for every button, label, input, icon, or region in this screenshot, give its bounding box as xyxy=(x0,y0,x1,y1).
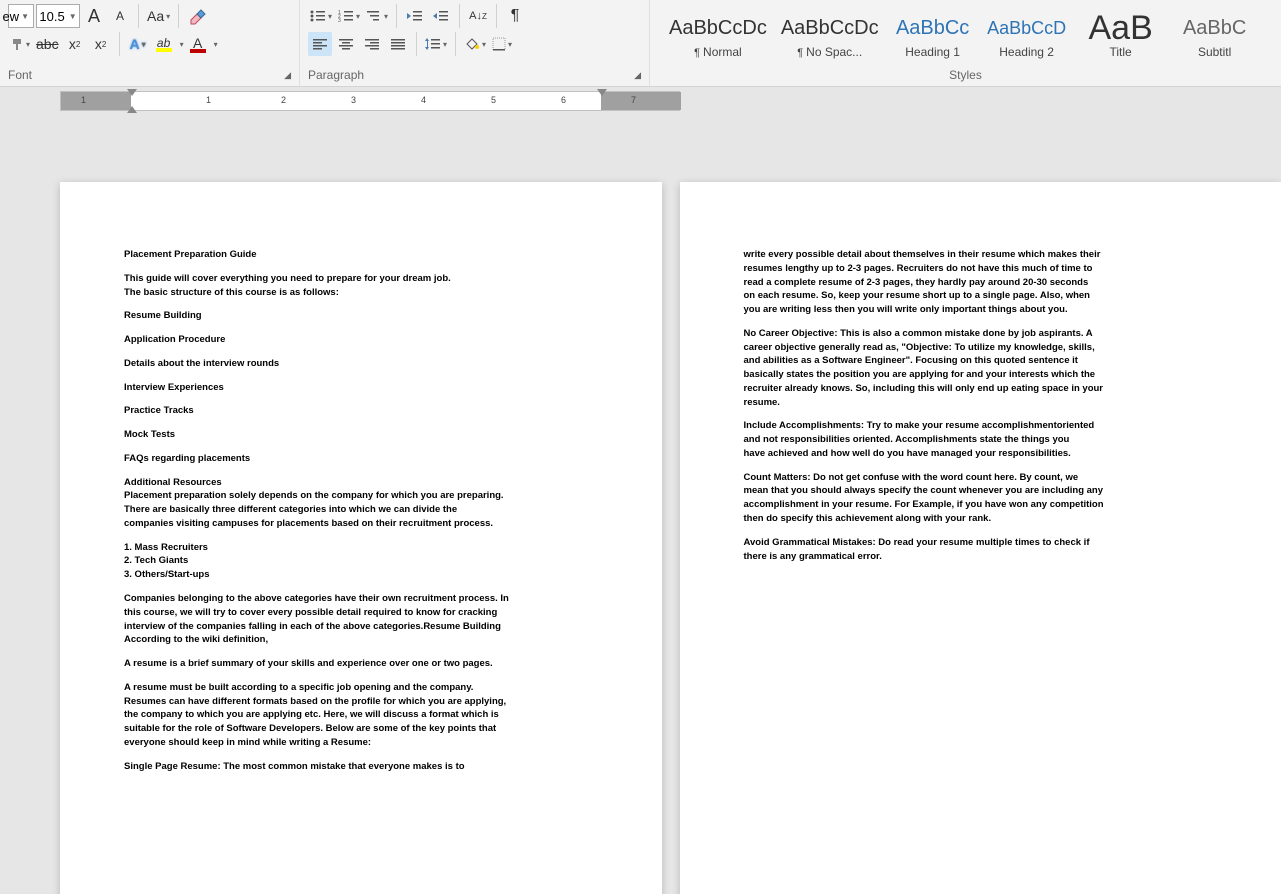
hanging-indent-marker[interactable] xyxy=(127,106,137,113)
line-spacing-button[interactable]: ▾ xyxy=(423,32,449,56)
svg-text:3: 3 xyxy=(338,18,341,23)
superscript-button[interactable]: x2 xyxy=(89,32,113,56)
bullets-button[interactable]: ▾ xyxy=(308,4,334,28)
format-painter-split[interactable]: ▾ xyxy=(8,32,32,56)
document-workspace[interactable]: Placement Preparation Guide This guide wi… xyxy=(0,170,1281,894)
subscript-button[interactable]: x2 xyxy=(63,32,87,56)
paragraph-dialog-launcher[interactable]: ◢ xyxy=(634,70,641,81)
ribbon: ew▼ 10.5▼ A A Aa▾ ▾ abc x2 x2 A▾ ab ▾ A … xyxy=(0,0,1281,87)
decrease-indent-button[interactable] xyxy=(403,4,427,28)
font-color-button[interactable]: A xyxy=(186,32,210,56)
page-1[interactable]: Placement Preparation Guide This guide wi… xyxy=(60,182,662,894)
style-no-spacing[interactable]: AaBbCcDc ¶No Spac... xyxy=(778,6,882,64)
style-normal[interactable]: AaBbCcDc ¶Normal xyxy=(666,6,770,64)
show-marks-button[interactable]: ¶ xyxy=(503,4,527,28)
paragraph[interactable]: Resume Building xyxy=(124,309,598,323)
shrink-font-button[interactable]: A xyxy=(108,4,132,28)
paragraph-group: ▾ 123▾ ▾ A↓Z ¶ ▾ ▾ ▾ Paragraph ◢ xyxy=(300,0,650,86)
numbering-icon: 123 xyxy=(338,9,354,23)
increase-indent-button[interactable] xyxy=(429,4,453,28)
outdent-icon xyxy=(407,9,423,23)
line-spacing-icon xyxy=(425,37,441,51)
horizontal-ruler[interactable]: 1 1 2 3 4 5 6 7 xyxy=(60,91,680,111)
paragraph[interactable]: This guide will cover everything you nee… xyxy=(124,272,598,300)
paragraph[interactable]: Practice Tracks xyxy=(124,404,598,418)
align-center-button[interactable] xyxy=(334,32,358,56)
eraser-icon xyxy=(188,7,206,25)
paragraph[interactable]: Placement Preparation Guide xyxy=(124,248,598,262)
font-dialog-launcher[interactable]: ◢ xyxy=(284,70,291,81)
shading-button[interactable]: ▾ xyxy=(462,32,488,56)
style-heading2[interactable]: AaBbCcD Heading 2 xyxy=(984,6,1070,64)
paragraph[interactable]: write every possible detail about themse… xyxy=(744,248,1218,317)
brush-icon xyxy=(10,37,24,51)
font-group-label: Font xyxy=(8,68,32,82)
justify-button[interactable] xyxy=(386,32,410,56)
align-center-icon xyxy=(339,38,353,50)
font-name-combo[interactable]: ew▼ xyxy=(8,4,34,28)
paragraph[interactable]: Application Procedure xyxy=(124,333,598,347)
paragraph[interactable]: Count Matters: Do not get confuse with t… xyxy=(744,471,1218,526)
paragraph[interactable]: Additional Resources Placement preparati… xyxy=(124,476,598,531)
font-group: ew▼ 10.5▼ A A Aa▾ ▾ abc x2 x2 A▾ ab ▾ A … xyxy=(0,0,300,86)
multilevel-icon xyxy=(366,9,382,23)
clear-formatting-button[interactable] xyxy=(185,4,209,28)
paragraph[interactable]: Single Page Resume: The most common mist… xyxy=(124,760,598,774)
indent-icon xyxy=(433,9,449,23)
styles-gallery: AaBbCcDc ¶Normal AaBbCcDc ¶No Spac... Aa… xyxy=(658,4,1273,66)
paragraph[interactable]: Companies belonging to the above categor… xyxy=(124,592,598,647)
paint-bucket-icon xyxy=(464,37,480,51)
justify-icon xyxy=(391,38,405,50)
sort-button[interactable]: A↓Z xyxy=(466,4,490,28)
right-indent-marker[interactable] xyxy=(597,89,607,96)
ruler-area: 1 1 2 3 4 5 6 7 xyxy=(0,87,1281,111)
paragraph[interactable]: A resume must be built according to a sp… xyxy=(124,681,598,750)
paragraph[interactable]: No Career Objective: This is also a comm… xyxy=(744,327,1218,410)
paragraph[interactable]: Details about the interview rounds xyxy=(124,357,598,371)
align-left-button[interactable] xyxy=(308,32,332,56)
borders-icon xyxy=(492,37,506,51)
grow-font-button[interactable]: A xyxy=(82,4,106,28)
paragraph[interactable]: Mock Tests xyxy=(124,428,598,442)
align-right-button[interactable] xyxy=(360,32,384,56)
styles-group-label: Styles xyxy=(949,68,982,82)
paragraph[interactable]: A resume is a brief summary of your skil… xyxy=(124,657,598,671)
paragraph[interactable]: Include Accomplishments: Try to make you… xyxy=(744,419,1218,460)
page-2[interactable]: write every possible detail about themse… xyxy=(680,182,1281,894)
change-case-button[interactable]: Aa▾ xyxy=(145,4,172,28)
paragraph[interactable]: 1. Mass Recruiters 2. Tech Giants 3. Oth… xyxy=(124,541,598,582)
paragraph-group-label: Paragraph xyxy=(308,68,364,82)
highlight-color-button[interactable]: ab xyxy=(152,32,176,56)
align-left-icon xyxy=(313,38,327,50)
paragraph[interactable]: Avoid Grammatical Mistakes: Do read your… xyxy=(744,536,1218,564)
first-line-indent-marker[interactable] xyxy=(127,89,137,96)
borders-button[interactable]: ▾ xyxy=(490,32,514,56)
paragraph[interactable]: Interview Experiences xyxy=(124,381,598,395)
style-heading1[interactable]: AaBbCc Heading 1 xyxy=(890,6,976,64)
text-effects-button[interactable]: A▾ xyxy=(126,32,150,56)
multilevel-list-button[interactable]: ▾ xyxy=(364,4,390,28)
font-size-combo[interactable]: 10.5▼ xyxy=(36,4,80,28)
style-title[interactable]: AaB Title xyxy=(1078,6,1164,64)
numbering-button[interactable]: 123▾ xyxy=(336,4,362,28)
styles-group: AaBbCcDc ¶Normal AaBbCcDc ¶No Spac... Aa… xyxy=(650,0,1281,86)
style-subtitle[interactable]: AaBbC Subtitl xyxy=(1172,6,1258,64)
paragraph[interactable]: FAQs regarding placements xyxy=(124,452,598,466)
strikethrough-button[interactable]: abc xyxy=(34,32,61,56)
bullets-icon xyxy=(310,9,326,23)
align-right-icon xyxy=(365,38,379,50)
